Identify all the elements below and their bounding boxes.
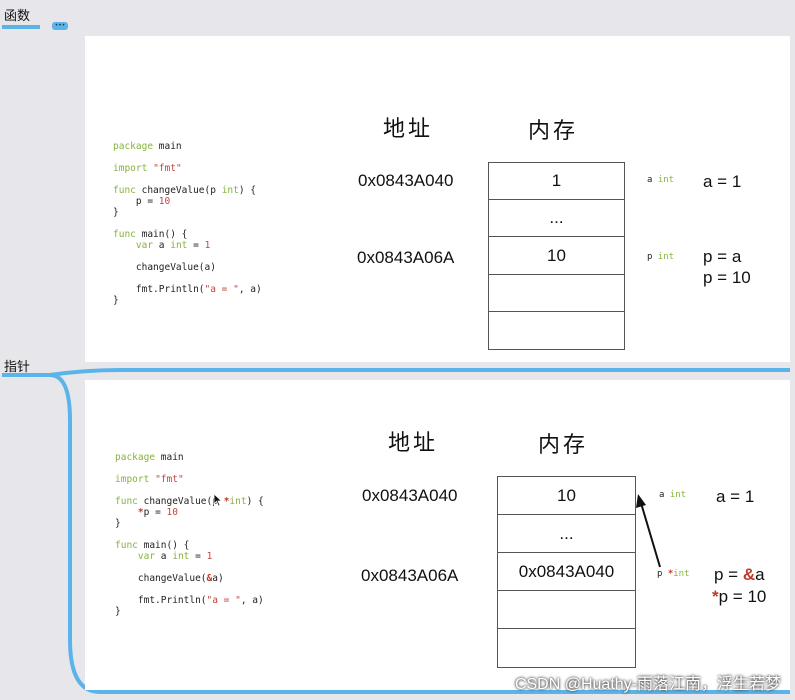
pointer-arrow	[636, 494, 661, 568]
memory-cell: 0x0843A040	[498, 553, 635, 591]
topic2-connector	[2, 368, 790, 377]
memory-cell: 1	[489, 163, 624, 200]
memory-cell	[498, 591, 635, 629]
topic-function[interactable]: 函数	[4, 5, 30, 24]
code-line: func main() {	[115, 540, 190, 551]
address-a: 0x0843A040	[362, 486, 458, 505]
header-address: 地址	[383, 117, 434, 142]
memory-column: 10 ... 0x0843A040	[497, 476, 636, 668]
memory-cell: 10	[489, 237, 624, 275]
code-line: func main() {	[113, 229, 188, 240]
code-line: fmt.Println("a = ", a)	[115, 595, 264, 606]
address-p: 0x0843A06A	[357, 248, 455, 267]
address-a: 0x0843A040	[358, 171, 454, 190]
code-line: package main	[115, 452, 184, 463]
code-line: var a int = 1	[135, 240, 211, 251]
memory-cell: 10	[498, 477, 635, 515]
code-line: }	[113, 295, 119, 306]
memory-column: 1 ... 10	[488, 162, 625, 350]
topic-pointer[interactable]: 指针	[4, 356, 30, 375]
memory-cell	[489, 275, 624, 312]
equation-a: a = 1	[716, 487, 755, 506]
equation-p-value: p = 10	[703, 268, 751, 287]
code-line: *p = 10	[137, 507, 178, 518]
code-line: fmt.Println("a = ", a)	[113, 284, 262, 295]
code-line: import "fmt"	[115, 474, 184, 485]
more-button[interactable]: •••	[52, 22, 68, 30]
equation-p-assign: p = &a	[714, 565, 765, 584]
memory-cell: ...	[498, 515, 635, 553]
header-memory: 内存	[528, 119, 579, 144]
code-block-pointer: package main import "fmt" func changeVal…	[115, 441, 264, 617]
var-label-a: a int	[659, 490, 687, 500]
watermark: CSDN @Huathy-雨落江南，浮生若梦	[514, 676, 781, 693]
memory-cell	[498, 629, 635, 667]
code-line: p = 10	[113, 196, 171, 207]
code-line: changeValue(&a)	[115, 573, 224, 584]
header-memory: 内存	[538, 433, 589, 458]
code-line: }	[113, 207, 119, 218]
memory-cell: ...	[489, 200, 624, 237]
code-line: func changeValue(p int) {	[113, 185, 257, 196]
code-line: func changeValue(p *int) {	[115, 496, 264, 507]
code-line: package main	[113, 141, 182, 152]
var-label-p: p int	[647, 252, 675, 262]
var-label-p: p *int	[657, 569, 690, 579]
address-p: 0x0843A06A	[361, 566, 459, 585]
equation-p-assign: p = a	[703, 247, 742, 266]
mouse-cursor-icon	[213, 493, 223, 507]
var-label-a: a int	[647, 175, 675, 185]
code-line: var a int = 1	[137, 551, 213, 562]
code-line: import "fmt"	[113, 163, 182, 174]
memory-cell	[489, 312, 624, 349]
header-address: 地址	[388, 431, 439, 456]
code-line: }	[115, 606, 121, 617]
code-line: }	[115, 518, 121, 529]
equation-a: a = 1	[703, 172, 742, 191]
code-line: changeValue(a)	[113, 262, 216, 273]
code-block-function: package main import "fmt" func changeVal…	[113, 130, 262, 306]
equation-deref: *p = 10	[712, 587, 767, 606]
